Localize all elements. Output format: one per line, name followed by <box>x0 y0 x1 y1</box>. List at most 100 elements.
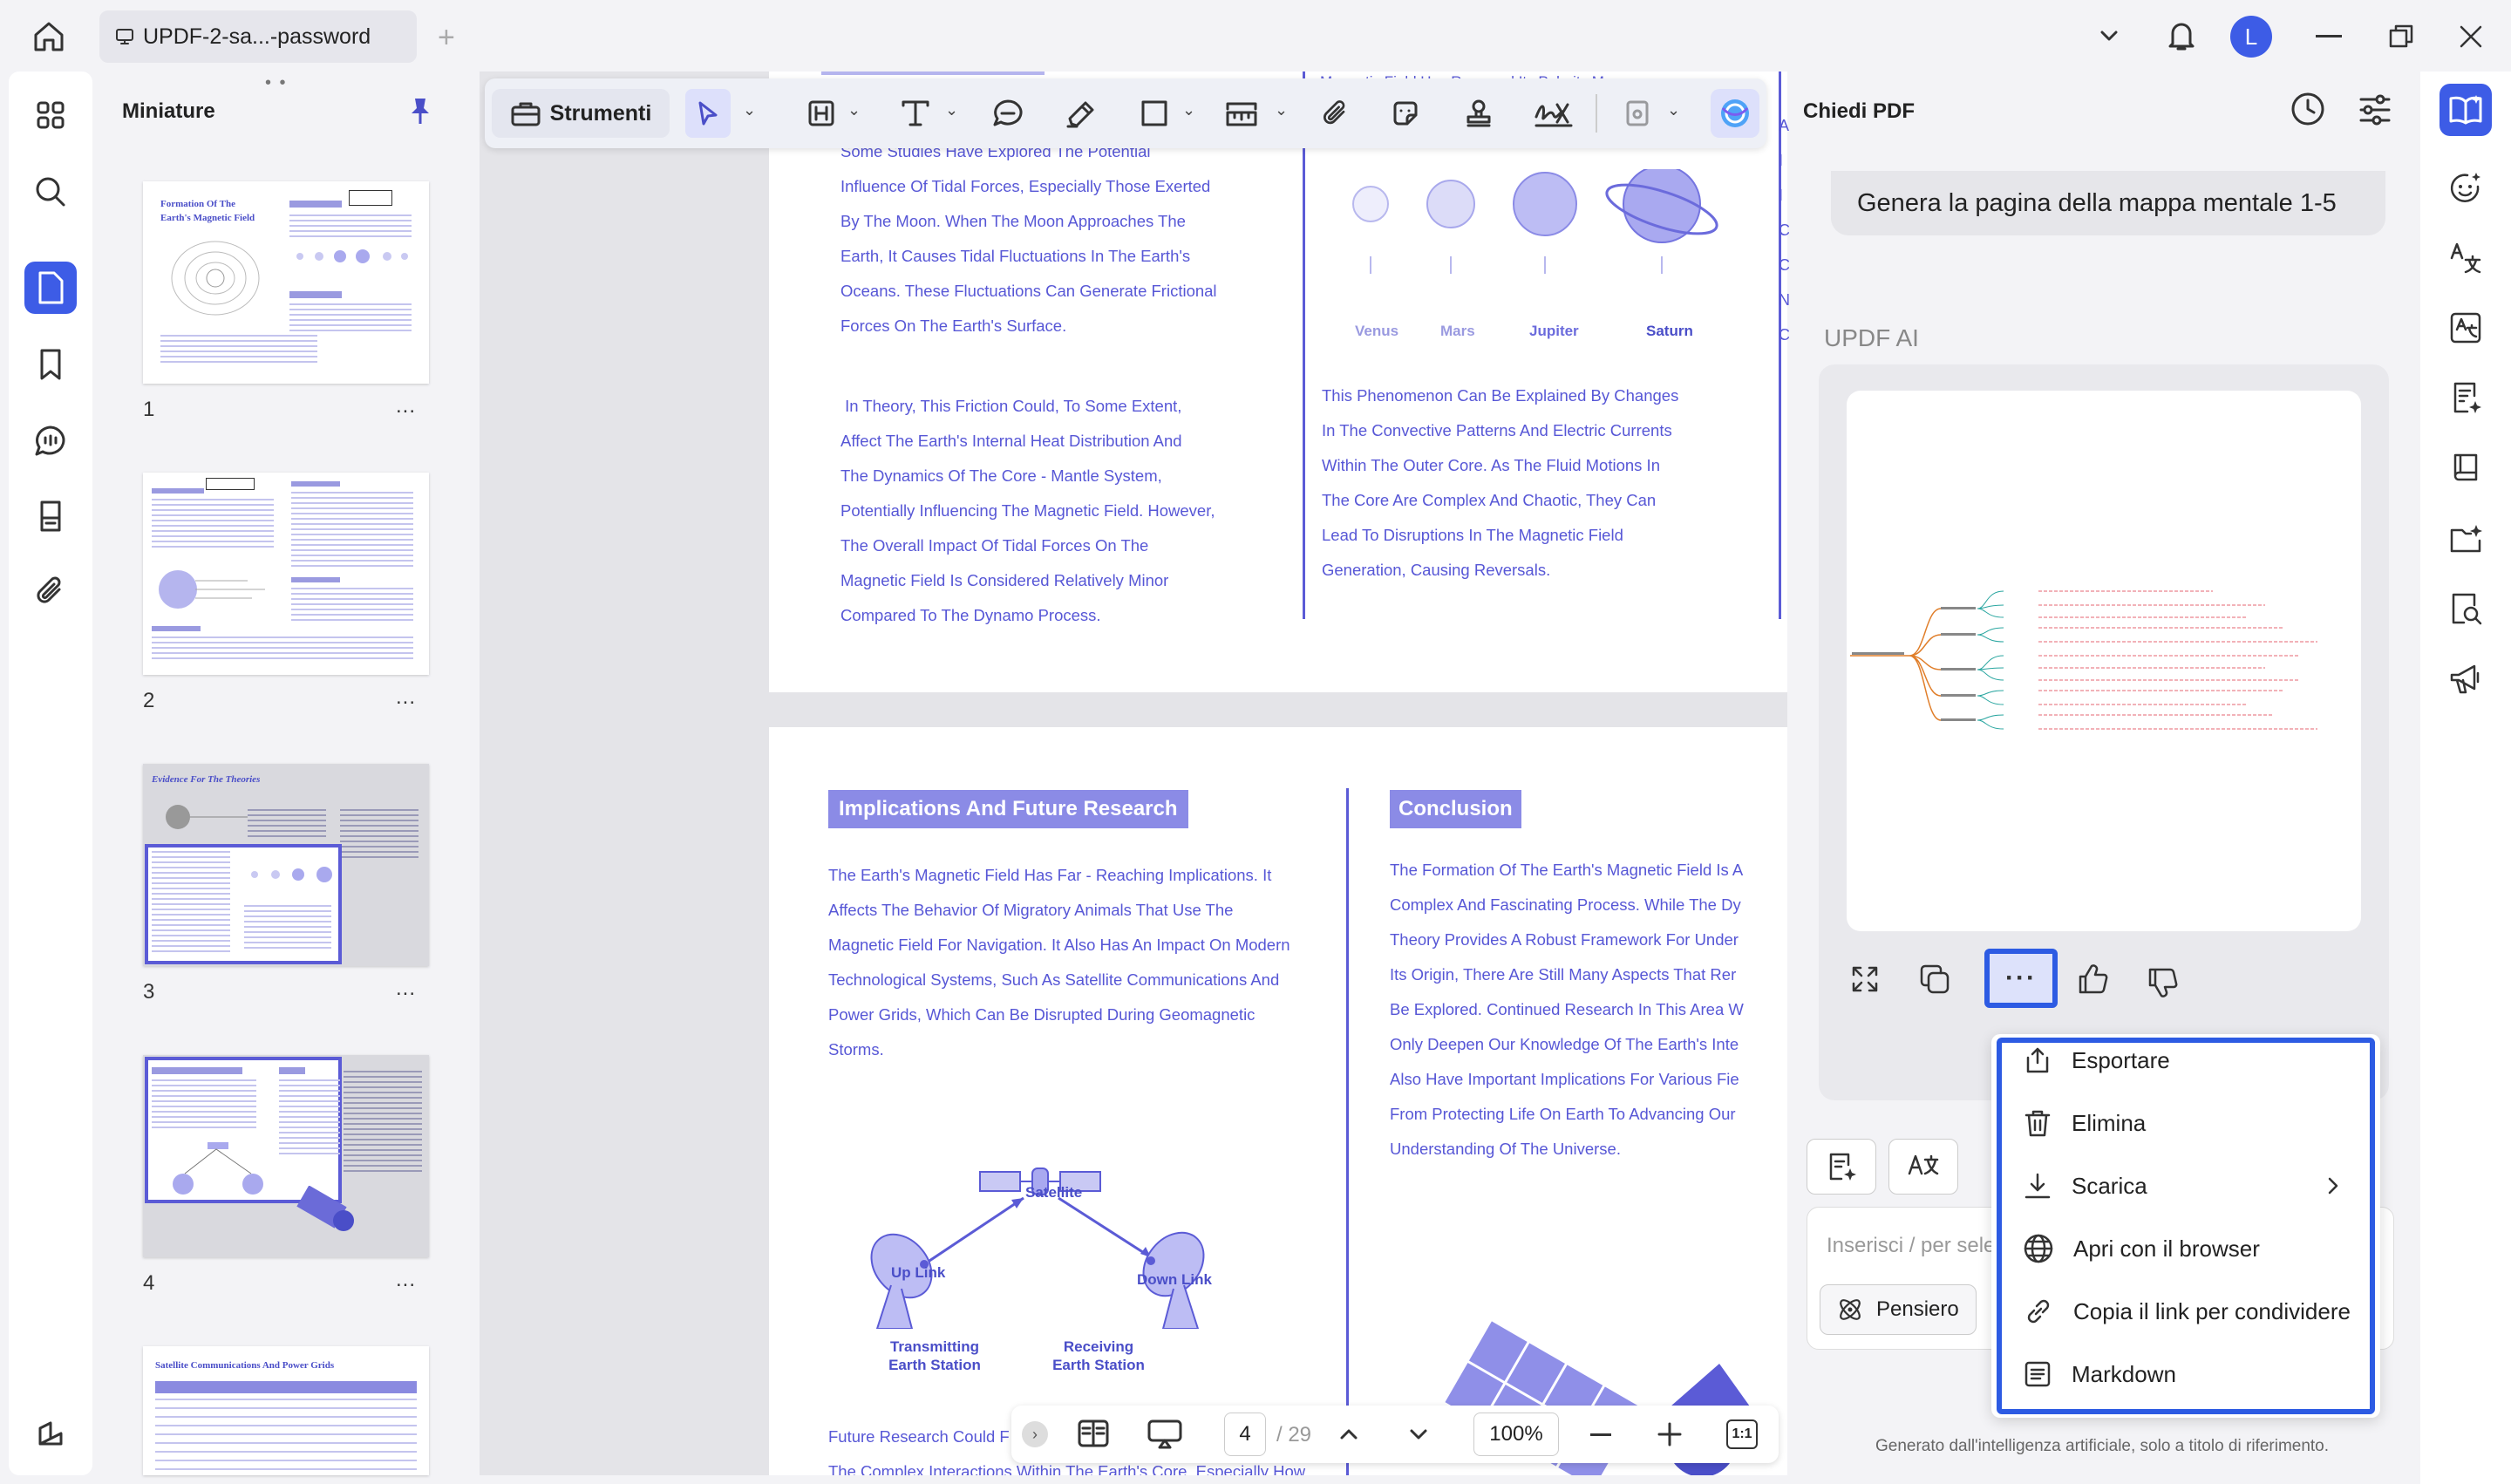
thumbs-down-icon[interactable] <box>2147 966 2180 999</box>
chevron-down-icon[interactable] <box>1405 1421 1432 1447</box>
paragraph-line: From Protecting Life On Earth To Advanci… <box>1390 1105 1736 1123</box>
thinking-label: Pensiero <box>1876 1297 1959 1321</box>
ai-assistant-button[interactable] <box>1711 89 1759 138</box>
ai-chat-icon[interactable] <box>2440 84 2492 136</box>
chevron-down-icon[interactable] <box>2096 23 2122 49</box>
paragraph-line: Technological Systems, Such As Satellite… <box>828 970 1280 989</box>
settings-sliders-icon[interactable] <box>2358 92 2392 127</box>
ai-translate-button[interactable] <box>1888 1139 1958 1195</box>
heading-tool-button[interactable] <box>800 89 842 138</box>
thinking-toggle-button[interactable]: Pensiero <box>1820 1284 1977 1335</box>
expand-icon[interactable] <box>1850 964 1880 994</box>
presentation-icon[interactable] <box>1146 1418 1184 1451</box>
ai-label: UPDF AI <box>1824 324 1919 351</box>
paragraph-line: Its Origin, There Are Still Many Aspects… <box>1390 965 1737 984</box>
document-viewer[interactable]: Magnetic Field Has Reversed Its Polarity… <box>480 71 1787 1475</box>
megaphone-icon[interactable] <box>2440 652 2492 705</box>
drag-handle[interactable]: • • <box>265 73 288 93</box>
attachment-icon[interactable] <box>24 565 77 617</box>
thumbnail-more-button[interactable]: ... <box>396 1268 416 1292</box>
zoom-in-icon[interactable] <box>1657 1421 1683 1447</box>
more-options-button[interactable]: ··· <box>1984 949 2058 1008</box>
menu-item-download[interactable]: Scarica <box>2011 1160 2368 1212</box>
thumbnail-page-3[interactable]: Evidence For The Theories <box>143 764 429 966</box>
bell-icon[interactable] <box>2166 19 2197 52</box>
chevron-down-icon[interactable]: ⌄ <box>847 101 861 119</box>
attach-tool-button[interactable] <box>1315 89 1357 138</box>
thumbnail-panel: • • Miniature Formation Of The Earth's M… <box>94 71 474 1477</box>
comment-tool-button[interactable] <box>987 89 1029 138</box>
measure-tool-button[interactable] <box>1221 89 1262 138</box>
ai-summarize-button[interactable] <box>1807 1139 1876 1195</box>
shape-tool-button[interactable] <box>1133 89 1175 138</box>
chevron-down-icon[interactable]: ⌄ <box>945 101 958 119</box>
signature-tool-button[interactable] <box>1529 89 1578 138</box>
ai-face-icon[interactable] <box>2440 162 2492 214</box>
title-bar: UPDF-2-sa...-password + L <box>0 0 2511 71</box>
menu-item-copy-link[interactable]: Copia il link per condividere <box>2011 1285 2368 1338</box>
atom-icon <box>1836 1296 1864 1324</box>
satellite-diagram <box>870 1167 1205 1329</box>
chevron-down-icon[interactable]: ⌄ <box>743 101 756 119</box>
thumbs-up-icon[interactable] <box>2077 963 2110 996</box>
thumbnail-page-2[interactable] <box>143 473 429 675</box>
thumbnail-page-1[interactable]: Formation Of The Earth's Magnetic Field <box>143 181 429 384</box>
thumbnails-icon[interactable] <box>24 262 77 314</box>
chevron-right-icon[interactable]: › <box>1022 1421 1048 1447</box>
folder-sparkle-icon[interactable] <box>2440 513 2492 565</box>
translate-icon[interactable] <box>2440 232 2492 284</box>
ocr-translate-icon[interactable] <box>2440 302 2492 354</box>
planet-label: Jupiter <box>1529 323 1579 339</box>
thumbnail-page-5[interactable]: Satellite Communications And Power Grids <box>143 1346 429 1477</box>
search-document-icon[interactable] <box>2440 582 2492 635</box>
section-heading: Conclusion <box>1390 790 1521 828</box>
pin-icon[interactable] <box>408 96 432 126</box>
page-layout-icon[interactable] <box>1076 1418 1111 1451</box>
menu-item-open-browser[interactable]: Apri con il browser <box>2011 1222 2368 1275</box>
highlighter-tool-button[interactable] <box>1060 89 1102 138</box>
history-icon[interactable] <box>2290 91 2326 127</box>
new-tab-plus-icon[interactable]: + <box>438 21 455 55</box>
copy-icon[interactable] <box>1918 963 1951 996</box>
paragraph-line: Magnetic Field For Navigation. It Also H… <box>828 936 1290 954</box>
ai-document-icon[interactable] <box>2440 371 2492 424</box>
search-icon[interactable] <box>24 166 77 218</box>
home-icon[interactable] <box>31 19 66 54</box>
chevron-down-icon[interactable]: ⌄ <box>1182 101 1195 119</box>
thumbnail-more-button[interactable]: ... <box>396 394 416 419</box>
screenshot-tool-button[interactable] <box>1616 89 1658 138</box>
tools-button[interactable]: Strumenti <box>492 89 670 138</box>
avatar[interactable]: L <box>2230 16 2272 58</box>
minimize-icon[interactable] <box>2316 35 2342 37</box>
stamp-icon[interactable] <box>24 490 77 542</box>
menu-item-export[interactable]: Esportare <box>2011 1034 2368 1086</box>
thumbnail-page-4[interactable] <box>143 1055 429 1257</box>
paragraph-line: Also Have Important Implications For Var… <box>1390 1070 1739 1088</box>
bookmark-icon[interactable] <box>24 338 77 391</box>
close-icon[interactable] <box>2457 23 2485 51</box>
book-icon[interactable] <box>2440 441 2492 494</box>
zoom-out-icon[interactable] <box>1590 1433 1611 1436</box>
chevron-down-icon[interactable]: ⌄ <box>1275 101 1288 119</box>
layers-icon[interactable] <box>24 1407 77 1460</box>
chevron-down-icon[interactable]: ⌄ <box>1667 101 1680 119</box>
stamp-tool-button[interactable] <box>1458 89 1500 138</box>
page-number-input[interactable]: 4 <box>1224 1413 1266 1456</box>
menu-item-label: Apri con il browser <box>2073 1235 2260 1262</box>
zoom-level-input[interactable]: 100% <box>1473 1413 1559 1456</box>
thumbnail-more-button[interactable]: ... <box>396 977 416 1001</box>
sticker-tool-button[interactable] <box>1385 89 1426 138</box>
comment-icon[interactable] <box>24 415 77 467</box>
chevron-up-icon[interactable] <box>1336 1421 1362 1447</box>
diagram-label: Up Link <box>891 1264 946 1281</box>
select-tool-button[interactable] <box>685 89 731 138</box>
menu-item-delete[interactable]: Elimina <box>2011 1097 2368 1149</box>
actual-size-icon[interactable]: 1:1 <box>1726 1419 1758 1449</box>
menu-item-markdown[interactable]: Markdown <box>2011 1348 2368 1400</box>
apps-grid-icon[interactable] <box>24 89 77 141</box>
text-tool-button[interactable] <box>895 89 936 138</box>
mind-map-image[interactable] <box>1847 391 2361 931</box>
thumbnail-more-button[interactable]: ... <box>396 685 416 710</box>
document-tab[interactable]: UPDF-2-sa...-password <box>99 10 417 63</box>
restore-icon[interactable] <box>2387 23 2415 51</box>
